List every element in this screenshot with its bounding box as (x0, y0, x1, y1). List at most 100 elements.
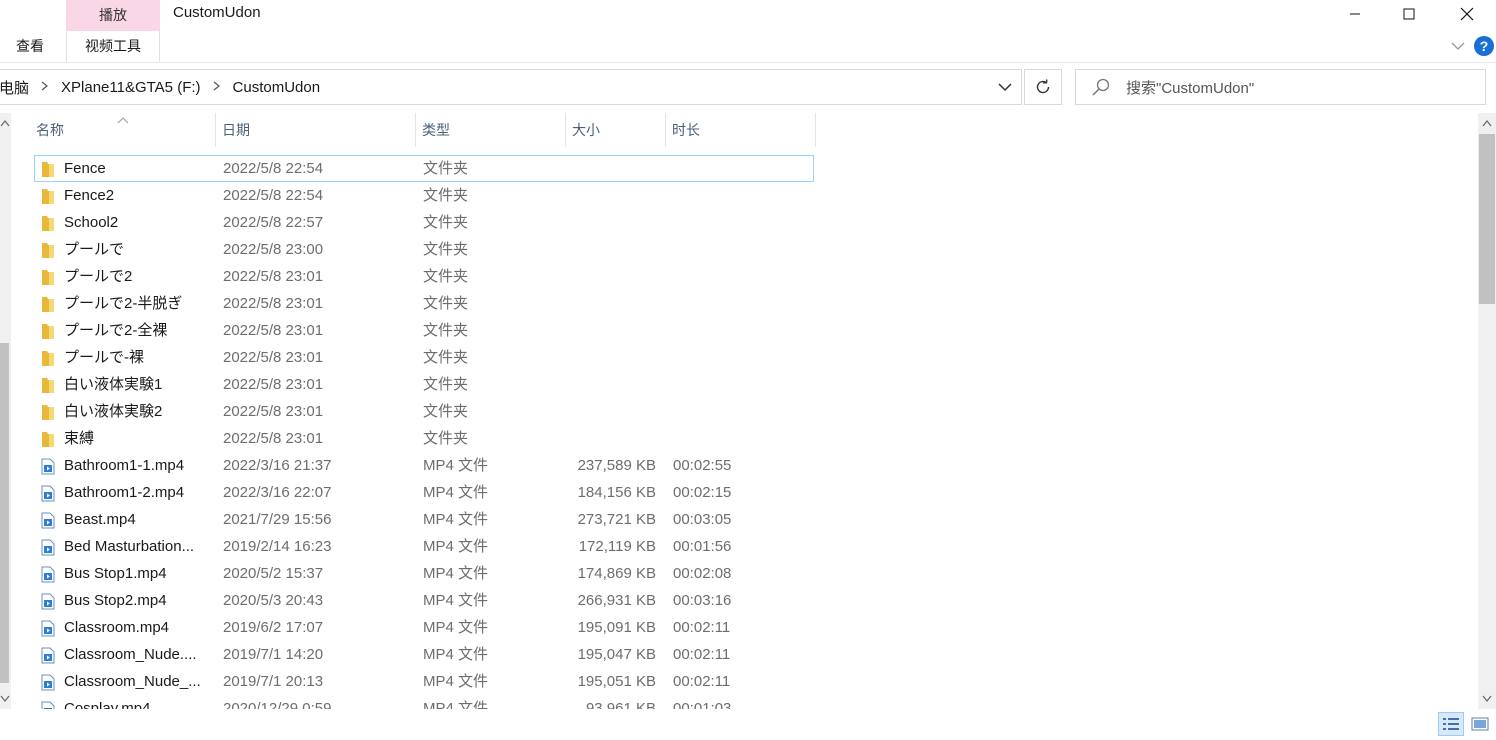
file-date: 2022/5/8 23:01 (223, 268, 324, 285)
search-input[interactable]: 搜索"CustomUdon" (1126, 77, 1254, 98)
file-date: 2022/5/8 22:54 (223, 160, 324, 177)
file-name: Beast.mp4 (64, 511, 136, 528)
file-row[interactable]: Classroom_Nude_... 2019/7/1 20:13 MP4 文件 19… (34, 668, 814, 695)
file-row[interactable]: Bus Stop1.mp4 2020/5/2 15:37 MP4 文件 174,869… (34, 560, 814, 587)
breadcrumb-drive[interactable]: XPlane11&GTA5 (F:) (55, 79, 207, 96)
file-list[interactable]: Fence 2022/5/8 22:54 文件夹 Fence2 2022/5/8 22:… (34, 155, 814, 709)
folder-row[interactable]: プールで2-全裸 2022/5/8 23:01 文件夹 (34, 317, 814, 344)
address-history-dropdown[interactable] (994, 76, 1016, 98)
video-file-icon (40, 592, 56, 610)
file-date: 2020/5/3 20:43 (223, 592, 324, 609)
folder-row[interactable]: Fence 2022/5/8 22:54 文件夹 (34, 155, 814, 182)
file-row[interactable]: Classroom.mp4 2019/6/2 17:07 MP4 文件 195,091… (34, 614, 814, 641)
file-type: 文件夹 (423, 430, 469, 447)
folder-row[interactable]: 白い液体実験2 2022/5/8 23:01 文件夹 (34, 398, 814, 425)
folder-icon (40, 376, 56, 393)
video-file-icon (40, 484, 56, 502)
tab-play[interactable]: 播放 (66, 0, 160, 31)
refresh-button[interactable] (1024, 69, 1062, 105)
scroll-up-arrow-icon[interactable] (0, 114, 14, 132)
file-date: 2020/12/29 0:59 (223, 700, 332, 709)
folder-row[interactable]: 白い液体実験1 2022/5/8 23:01 文件夹 (34, 371, 814, 398)
file-name: Classroom_Nude_... (64, 673, 201, 690)
scroll-down-arrow-icon[interactable] (1478, 690, 1496, 708)
file-size: 237,589 KB (577, 457, 656, 474)
details-view-button[interactable] (1438, 712, 1464, 736)
minimize-button[interactable] (1332, 0, 1378, 28)
file-name: School2 (64, 214, 119, 231)
file-name: Bathroom1-1.mp4 (64, 457, 185, 474)
search-box[interactable]: 搜索"CustomUdon" (1075, 69, 1486, 105)
maximize-icon (1403, 8, 1415, 20)
file-row[interactable]: Classroom_Nude.... 2019/7/1 14:20 MP4 文件 19… (34, 641, 814, 668)
ribbon-expand-button[interactable] (1450, 38, 1466, 54)
file-size: 195,047 KB (577, 646, 656, 663)
video-file-icon (40, 511, 56, 529)
file-duration: 00:03:05 (673, 511, 732, 528)
breadcrumb-this-pc[interactable]: 电脑 (0, 77, 35, 98)
folder-icon (40, 187, 56, 204)
folder-row[interactable]: プールで 2022/5/8 23:00 文件夹 (34, 236, 814, 263)
tab-video-tools[interactable]: 视频工具 (66, 31, 160, 62)
file-type: MP4 文件 (423, 592, 489, 609)
file-date: 2022/5/8 23:01 (223, 349, 324, 366)
file-type: 文件夹 (423, 376, 469, 393)
scroll-down-arrow-icon[interactable] (0, 690, 14, 708)
tab-view[interactable]: 查看 (0, 31, 60, 62)
file-list-scroll-thumb[interactable] (1479, 134, 1495, 304)
folder-row[interactable]: プールで2 2022/5/8 23:01 文件夹 (34, 263, 814, 290)
file-size: 184,156 KB (577, 484, 656, 501)
navigation-pane-scroll-thumb[interactable] (0, 343, 9, 683)
file-row[interactable]: Bed Masturbation... 2019/2/14 16:23 MP4 文件… (34, 533, 814, 560)
file-type: 文件夹 (423, 187, 469, 204)
column-header-duration[interactable]: 时长 (666, 113, 816, 147)
folder-row[interactable]: プールで2-半脱ぎ 2022/5/8 23:01 文件夹 (34, 290, 814, 317)
folder-row[interactable]: 束縛 2022/5/8 23:01 文件夹 (34, 425, 814, 452)
folder-icon (40, 403, 56, 420)
close-button[interactable] (1444, 0, 1490, 28)
file-row[interactable]: Cosplay.mp4 2020/12/29 0:59 MP4 文件 93,961 K… (34, 695, 814, 709)
video-file-icon (40, 457, 56, 475)
column-header-date[interactable]: 日期 (216, 113, 416, 147)
file-duration: 00:02:11 (673, 646, 731, 663)
breadcrumb-current-folder[interactable]: CustomUdon (227, 79, 327, 96)
column-header-type[interactable]: 类型 (416, 113, 566, 147)
file-name: プールで-裸 (64, 349, 144, 366)
file-date: 2022/5/8 23:01 (223, 295, 324, 312)
help-button[interactable]: ? (1474, 36, 1494, 56)
folder-icon (40, 214, 56, 231)
chevron-down-icon (1451, 42, 1465, 50)
folder-row[interactable]: Fence2 2022/5/8 22:54 文件夹 (34, 182, 814, 209)
file-name: プールで2 (64, 268, 133, 285)
file-row[interactable]: Bathroom1-2.mp4 2022/3/16 22:07 MP4 文件 184,… (34, 479, 814, 506)
large-icons-view-button[interactable] (1467, 712, 1493, 736)
file-size: 174,869 KB (577, 565, 656, 582)
file-duration: 00:01:56 (673, 538, 732, 555)
file-name: Bus Stop2.mp4 (64, 592, 167, 609)
file-date: 2022/5/8 23:01 (223, 376, 324, 393)
file-row[interactable]: Bathroom1-1.mp4 2022/3/16 21:37 MP4 文件 237,… (34, 452, 814, 479)
column-header-size[interactable]: 大小 (566, 113, 666, 147)
file-type: MP4 文件 (423, 646, 489, 663)
file-duration: 00:02:55 (673, 457, 732, 474)
details-view-icon (1443, 718, 1459, 730)
file-date: 2020/5/2 15:37 (223, 565, 324, 582)
file-type: MP4 文件 (423, 457, 489, 474)
scroll-up-arrow-icon[interactable] (1478, 114, 1496, 132)
folder-icon (40, 268, 56, 285)
folder-row[interactable]: プールで-裸 2022/5/8 23:01 文件夹 (34, 344, 814, 371)
file-row[interactable]: Beast.mp4 2021/7/29 15:56 MP4 文件 273,721 KB… (34, 506, 814, 533)
file-date: 2019/6/2 17:07 (223, 619, 324, 636)
file-row[interactable]: Bus Stop2.mp4 2020/5/3 20:43 MP4 文件 266,931… (34, 587, 814, 614)
maximize-button[interactable] (1386, 0, 1432, 28)
search-icon (1092, 78, 1110, 96)
file-date: 2019/7/1 20:13 (223, 673, 324, 690)
folder-row[interactable]: School2 2022/5/8 22:57 文件夹 (34, 209, 814, 236)
chevron-down-icon (998, 83, 1012, 92)
address-bar[interactable]: 电脑 XPlane11&GTA5 (F:) CustomUdon (0, 69, 1022, 105)
file-name: Bathroom1-2.mp4 (64, 484, 185, 501)
breadcrumb-separator-icon[interactable] (207, 80, 227, 94)
window-title: CustomUdon (173, 4, 261, 21)
file-type: 文件夹 (423, 214, 469, 231)
breadcrumb-separator-icon[interactable] (35, 80, 55, 94)
